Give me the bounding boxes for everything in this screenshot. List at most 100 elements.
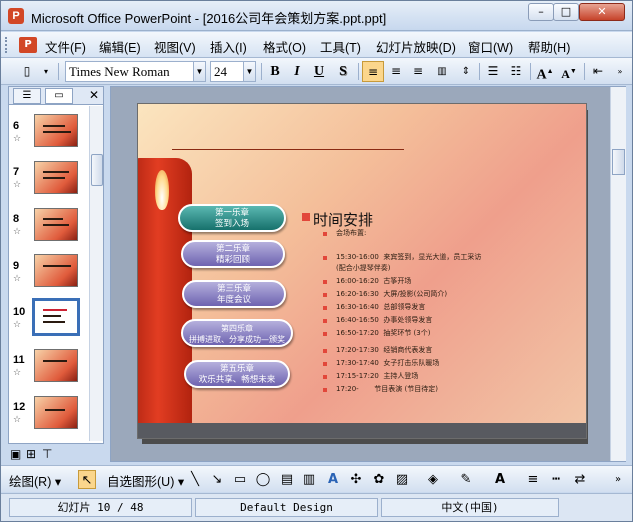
maximize-button[interactable]: □ — [553, 3, 579, 21]
bold-button[interactable]: B — [265, 61, 285, 82]
animation-star-icon: ☆ — [13, 320, 22, 330]
slide-footer-band — [138, 423, 586, 438]
clipart-icon[interactable]: ✿ — [370, 470, 388, 489]
grip-handle[interactable] — [5, 37, 9, 53]
line-color-icon[interactable]: ✎ — [457, 470, 475, 489]
fill-color-icon[interactable]: ◈ — [424, 470, 442, 489]
outdent-icon[interactable]: ⇤ — [588, 61, 608, 82]
font-size-select[interactable]: 24 ▼ — [210, 61, 256, 82]
italic-button[interactable]: I — [287, 61, 307, 82]
powerpoint-app-icon[interactable]: P — [8, 8, 24, 24]
flame-graphic — [155, 170, 169, 210]
toolbar-more-icon[interactable]: » — [609, 470, 627, 489]
menu-tools[interactable]: 工具(T) — [320, 37, 361, 56]
oval-tool-icon[interactable]: ◯ — [254, 470, 272, 489]
editing-area-scrollbar[interactable] — [610, 87, 626, 461]
toolbar-more-icon[interactable]: » — [613, 61, 627, 82]
schedule-bullet — [323, 349, 327, 353]
rectangle-tool-icon[interactable]: ▭ — [231, 470, 249, 489]
slide-canvas[interactable]: 第一乐章 签到入场 第二乐章 精彩回顾 第三乐章 年度会议 第四乐章 拼搏进取、分享成功… — [137, 103, 587, 439]
close-pane-icon[interactable]: ✕ — [89, 88, 99, 102]
slide-thumbnail[interactable] — [34, 349, 78, 382]
menu-format[interactable]: 格式(O) — [263, 37, 306, 56]
menu-edit[interactable]: 编辑(E) — [99, 37, 141, 56]
design-template-name: Default Design — [195, 498, 378, 517]
schedule-item: 16:30-16:40 总部领导发言 — [336, 303, 426, 311]
vertical-text-icon[interactable]: ⇕ — [456, 61, 476, 82]
wordart-icon[interactable]: A — [324, 470, 342, 489]
slideshow-view-icon[interactable]: ⊤ — [42, 447, 52, 461]
pill-section-5[interactable]: 第五乐章 欢乐共享、畅想未来 — [184, 360, 290, 388]
toolbar-options-chevron-icon[interactable]: ▾ — [39, 61, 53, 82]
scrollbar-thumb[interactable] — [612, 149, 625, 175]
slide-thumbnail[interactable] — [34, 161, 78, 194]
align-right-icon[interactable]: ≡ — [408, 61, 428, 82]
font-name-select[interactable]: Times New Roman ▼ — [65, 61, 206, 82]
diagram-icon[interactable]: ✣ — [347, 470, 365, 489]
powerpoint-window: P Microsoft Office PowerPoint - [2016公司年… — [0, 0, 633, 522]
schedule-bullet — [323, 256, 327, 260]
menu-slideshow[interactable]: 幻灯片放映(D) — [376, 37, 456, 56]
close-window-button[interactable]: ✕ — [579, 3, 625, 21]
chevron-down-icon[interactable]: ▼ — [193, 62, 205, 81]
pill-section-3[interactable]: 第三乐章 年度会议 — [182, 280, 286, 308]
bullet-list-icon[interactable]: ☷ — [506, 61, 526, 82]
new-document-icon[interactable]: ▯ — [17, 61, 37, 82]
menu-file[interactable]: 文件(F) — [45, 37, 86, 56]
slide-number: 6 — [13, 120, 20, 132]
align-center-icon[interactable]: ≡ — [386, 61, 406, 82]
slide-thumbnail[interactable] — [34, 208, 78, 241]
slide-thumbnail[interactable] — [34, 114, 78, 147]
tab-slides-icon[interactable]: ▭ — [45, 88, 73, 104]
autoshape-menu-button[interactable]: 自选图形(U) ▾ — [107, 471, 184, 490]
slide-sorter-icon[interactable]: ⊞ — [26, 447, 36, 461]
menu-insert[interactable]: 插入(I) — [210, 37, 247, 56]
distribute-icon[interactable]: ▥ — [431, 61, 453, 82]
draw-menu-button[interactable]: 绘图(R) ▾ — [9, 471, 61, 490]
font-color-icon[interactable]: A — [491, 470, 509, 489]
align-left-icon[interactable]: ≡ — [362, 61, 384, 82]
textbox-tool-icon[interactable]: ▤ — [278, 470, 296, 489]
slide-number: 9 — [13, 260, 20, 272]
window-title: Microsoft Office PowerPoint - [2016公司年会策… — [31, 11, 387, 26]
dash-style-icon[interactable]: ┅ — [547, 470, 565, 489]
arrow-style-icon[interactable]: ⇄ — [571, 470, 589, 489]
menu-bar: P 文件(F) 编辑(E) 视图(V) 插入(I) 格式(O) 工具(T) 幻灯… — [1, 32, 632, 58]
slide-number: 11 — [13, 354, 25, 366]
slide-thumbnail-selected[interactable] — [32, 298, 80, 336]
animation-star-icon: ☆ — [13, 415, 22, 425]
shadow-button[interactable]: S — [333, 61, 353, 82]
minimize-button[interactable]: – — [528, 3, 554, 21]
view-buttons: ▣ ⊞ ⊤ — [8, 447, 68, 463]
pill-section-4[interactable]: 第四乐章 拼搏进取、分享成功—颁奖 — [181, 319, 293, 347]
menu-help[interactable]: 帮助(H) — [528, 37, 570, 56]
scrollbar-thumb[interactable] — [91, 154, 103, 186]
underline-button[interactable]: U — [309, 61, 329, 82]
decrease-font-icon[interactable]: A▼ — [558, 61, 580, 82]
slide-thumbnail[interactable] — [34, 254, 78, 287]
slides-pane-scrollbar[interactable] — [89, 106, 103, 441]
normal-view-icon[interactable]: ▣ — [10, 447, 21, 461]
line-style-icon[interactable]: ≡ — [524, 470, 542, 489]
menu-window[interactable]: 窗口(W) — [468, 37, 513, 56]
schedule-item: 17:20-17:30 经销商代表发言 — [336, 346, 433, 354]
numbered-list-icon[interactable]: ☰ — [483, 61, 503, 82]
schedule-item: 15:30-16:00 来宾签到，显光大道，员工采访 (配合小提琴伴奏) — [336, 253, 482, 272]
line-tool-icon[interactable]: ╲ — [186, 470, 204, 489]
slide-counter: 幻灯片 10 / 48 — [9, 498, 192, 517]
schedule-item: 会场布置: — [336, 229, 367, 237]
schedule-item: 17:15-17:20 主持人登场 — [336, 372, 419, 380]
tab-outline-icon[interactable]: ☰ — [13, 88, 41, 104]
menu-view[interactable]: 视图(V) — [154, 37, 196, 56]
arrow-tool-icon[interactable]: ↘ — [208, 470, 226, 489]
chevron-down-icon[interactable]: ▼ — [243, 62, 255, 81]
picture-icon[interactable]: ▨ — [393, 470, 411, 489]
schedule-item: 17:30-17:40 女子打击乐队暖场 — [336, 359, 440, 367]
document-icon[interactable]: P — [19, 37, 37, 53]
increase-font-icon[interactable]: A▲ — [534, 61, 556, 83]
pill-section-2[interactable]: 第二乐章 精彩回顾 — [181, 240, 285, 268]
pill-section-1[interactable]: 第一乐章 签到入场 — [178, 204, 286, 232]
select-pointer-icon[interactable]: ↖ — [78, 470, 96, 489]
slide-thumbnail[interactable] — [34, 396, 78, 429]
vertical-textbox-icon[interactable]: ▥ — [300, 470, 318, 489]
